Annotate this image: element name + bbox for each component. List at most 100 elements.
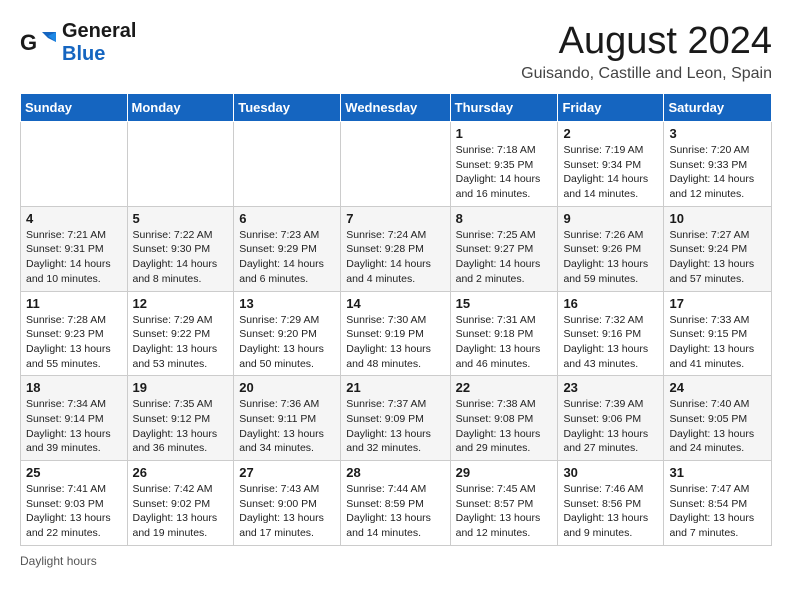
header: G General Blue August 2024 Guisando, Cas… [20, 20, 772, 83]
week-row-5: 25Sunrise: 7:41 AMSunset: 9:03 PMDayligh… [21, 461, 772, 546]
day-info: Sunrise: 7:27 AMSunset: 9:24 PMDaylight:… [669, 228, 766, 287]
day-cell: 5 Sunrise: 7:22 AMSunset: 9:30 PMDaylight… [127, 206, 234, 291]
day-info: Sunrise: 7:31 AMSunset: 9:18 PMDaylight:… [456, 313, 553, 372]
day-cell: 20 Sunrise: 7:36 AMSunset: 9:11 PMDayligh… [234, 376, 341, 461]
day-info: Sunrise: 7:45 AMSunset: 8:57 PMDaylight:… [456, 482, 553, 541]
day-cell: 31 Sunrise: 7:47 AMSunset: 8:54 PMDayligh… [664, 461, 772, 546]
day-info: Sunrise: 7:26 AMSunset: 9:26 PMDaylight:… [563, 228, 658, 287]
day-cell: 15 Sunrise: 7:31 AMSunset: 9:18 PMDayligh… [450, 291, 558, 376]
day-number: 29 [456, 465, 553, 480]
title-area: August 2024 Guisando, Castille and Leon,… [521, 20, 772, 83]
day-number: 14 [346, 296, 444, 311]
day-info: Sunrise: 7:38 AMSunset: 9:08 PMDaylight:… [456, 397, 553, 456]
day-cell: 14 Sunrise: 7:30 AMSunset: 9:19 PMDayligh… [341, 291, 450, 376]
day-number: 17 [669, 296, 766, 311]
day-cell: 12Sunrise: 7:29 AMSunset: 9:22 PMDayligh… [127, 291, 234, 376]
day-cell: 16Sunrise: 7:32 AMSunset: 9:16 PMDayligh… [558, 291, 664, 376]
day-info: Sunrise: 7:28 AMSunset: 9:23 PMDaylight:… [26, 313, 122, 372]
day-number: 5 [133, 211, 229, 226]
weekday-header-monday: Monday [127, 94, 234, 122]
day-info: Sunrise: 7:47 AMSunset: 8:54 PMDaylight:… [669, 482, 766, 541]
day-info: Sunrise: 7:25 AMSunset: 9:27 PMDaylight:… [456, 228, 553, 287]
week-row-1: 1 Sunrise: 7:18 AMSunset: 9:35 PMDaylight… [21, 122, 772, 207]
day-cell: 28 Sunrise: 7:44 AMSunset: 8:59 PMDayligh… [341, 461, 450, 546]
calendar-table: SundayMondayTuesdayWednesdayThursdayFrid… [20, 93, 772, 546]
day-number: 9 [563, 211, 658, 226]
day-cell: 11 Sunrise: 7:28 AMSunset: 9:23 PMDayligh… [21, 291, 128, 376]
day-cell: 27 Sunrise: 7:43 AMSunset: 9:00 PMDayligh… [234, 461, 341, 546]
subtitle: Guisando, Castille and Leon, Spain [521, 65, 772, 83]
day-number: 28 [346, 465, 444, 480]
day-info: Sunrise: 7:29 AMSunset: 9:22 PMDaylight:… [133, 313, 229, 372]
day-number: 3 [669, 126, 766, 141]
weekday-header-friday: Friday [558, 94, 664, 122]
day-cell [341, 122, 450, 207]
day-info: Sunrise: 7:33 AMSunset: 9:15 PMDaylight:… [669, 313, 766, 372]
day-info: Sunrise: 7:32 AMSunset: 9:16 PMDaylight:… [563, 313, 658, 372]
day-cell [21, 122, 128, 207]
week-row-4: 18Sunrise: 7:34 AMSunset: 9:14 PMDayligh… [21, 376, 772, 461]
day-info: Sunrise: 7:46 AMSunset: 8:56 PMDaylight:… [563, 482, 658, 541]
day-info: Sunrise: 7:30 AMSunset: 9:19 PMDaylight:… [346, 313, 444, 372]
day-number: 10 [669, 211, 766, 226]
day-info: Sunrise: 7:22 AMSunset: 9:30 PMDaylight:… [133, 228, 229, 287]
day-number: 18 [26, 380, 122, 395]
day-number: 26 [133, 465, 229, 480]
footer-note: Daylight hours [20, 554, 772, 568]
day-info: Sunrise: 7:40 AMSunset: 9:05 PMDaylight:… [669, 397, 766, 456]
logo-general: General [62, 20, 136, 42]
weekday-header-tuesday: Tuesday [234, 94, 341, 122]
day-number: 1 [456, 126, 553, 141]
day-cell: 3Sunrise: 7:20 AMSunset: 9:33 PMDaylight… [664, 122, 772, 207]
day-number: 20 [239, 380, 335, 395]
day-cell: 25Sunrise: 7:41 AMSunset: 9:03 PMDayligh… [21, 461, 128, 546]
day-cell: 22 Sunrise: 7:38 AMSunset: 9:08 PMDayligh… [450, 376, 558, 461]
logo-blue: Blue [62, 43, 105, 65]
logo: G General Blue [20, 20, 136, 66]
day-number: 8 [456, 211, 553, 226]
day-number: 15 [456, 296, 553, 311]
day-info: Sunrise: 7:37 AMSunset: 9:09 PMDaylight:… [346, 397, 444, 456]
day-cell: 30 Sunrise: 7:46 AMSunset: 8:56 PMDayligh… [558, 461, 664, 546]
day-number: 31 [669, 465, 766, 480]
day-info: Sunrise: 7:39 AMSunset: 9:06 PMDaylight:… [563, 397, 658, 456]
day-number: 25 [26, 465, 122, 480]
day-number: 19 [133, 380, 229, 395]
day-number: 6 [239, 211, 335, 226]
day-number: 4 [26, 211, 122, 226]
weekday-header-sunday: Sunday [21, 94, 128, 122]
day-info: Sunrise: 7:42 AMSunset: 9:02 PMDaylight:… [133, 482, 229, 541]
day-number: 24 [669, 380, 766, 395]
day-cell: 21Sunrise: 7:37 AMSunset: 9:09 PMDayligh… [341, 376, 450, 461]
day-cell: 26 Sunrise: 7:42 AMSunset: 9:02 PMDayligh… [127, 461, 234, 546]
day-cell: 19Sunrise: 7:35 AMSunset: 9:12 PMDayligh… [127, 376, 234, 461]
day-info: Sunrise: 7:29 AMSunset: 9:20 PMDaylight:… [239, 313, 335, 372]
day-cell: 1 Sunrise: 7:18 AMSunset: 9:35 PMDaylight… [450, 122, 558, 207]
weekday-header-wednesday: Wednesday [341, 94, 450, 122]
day-info: Sunrise: 7:18 AMSunset: 9:35 PMDaylight:… [456, 143, 553, 202]
day-info: Sunrise: 7:24 AMSunset: 9:28 PMDaylight:… [346, 228, 444, 287]
day-number: 22 [456, 380, 553, 395]
day-cell: 18Sunrise: 7:34 AMSunset: 9:14 PMDayligh… [21, 376, 128, 461]
day-cell: 4 Sunrise: 7:21 AMSunset: 9:31 PMDaylight… [21, 206, 128, 291]
day-number: 13 [239, 296, 335, 311]
day-cell: 6Sunrise: 7:23 AMSunset: 9:29 PMDaylight… [234, 206, 341, 291]
day-info: Sunrise: 7:21 AMSunset: 9:31 PMDaylight:… [26, 228, 122, 287]
day-cell: 9 Sunrise: 7:26 AMSunset: 9:26 PMDaylight… [558, 206, 664, 291]
day-cell: 10 Sunrise: 7:27 AMSunset: 9:24 PMDayligh… [664, 206, 772, 291]
day-info: Sunrise: 7:43 AMSunset: 9:00 PMDaylight:… [239, 482, 335, 541]
day-info: Sunrise: 7:44 AMSunset: 8:59 PMDaylight:… [346, 482, 444, 541]
day-number: 11 [26, 296, 122, 311]
weekday-header-thursday: Thursday [450, 94, 558, 122]
logo-icon: G [20, 24, 58, 62]
day-cell [127, 122, 234, 207]
day-number: 30 [563, 465, 658, 480]
day-number: 2 [563, 126, 658, 141]
day-number: 27 [239, 465, 335, 480]
week-row-3: 11 Sunrise: 7:28 AMSunset: 9:23 PMDayligh… [21, 291, 772, 376]
day-cell: 8 Sunrise: 7:25 AMSunset: 9:27 PMDaylight… [450, 206, 558, 291]
day-number: 23 [563, 380, 658, 395]
svg-text:G: G [20, 30, 37, 55]
day-info: Sunrise: 7:36 AMSunset: 9:11 PMDaylight:… [239, 397, 335, 456]
daylight-label: Daylight hours [20, 554, 97, 568]
